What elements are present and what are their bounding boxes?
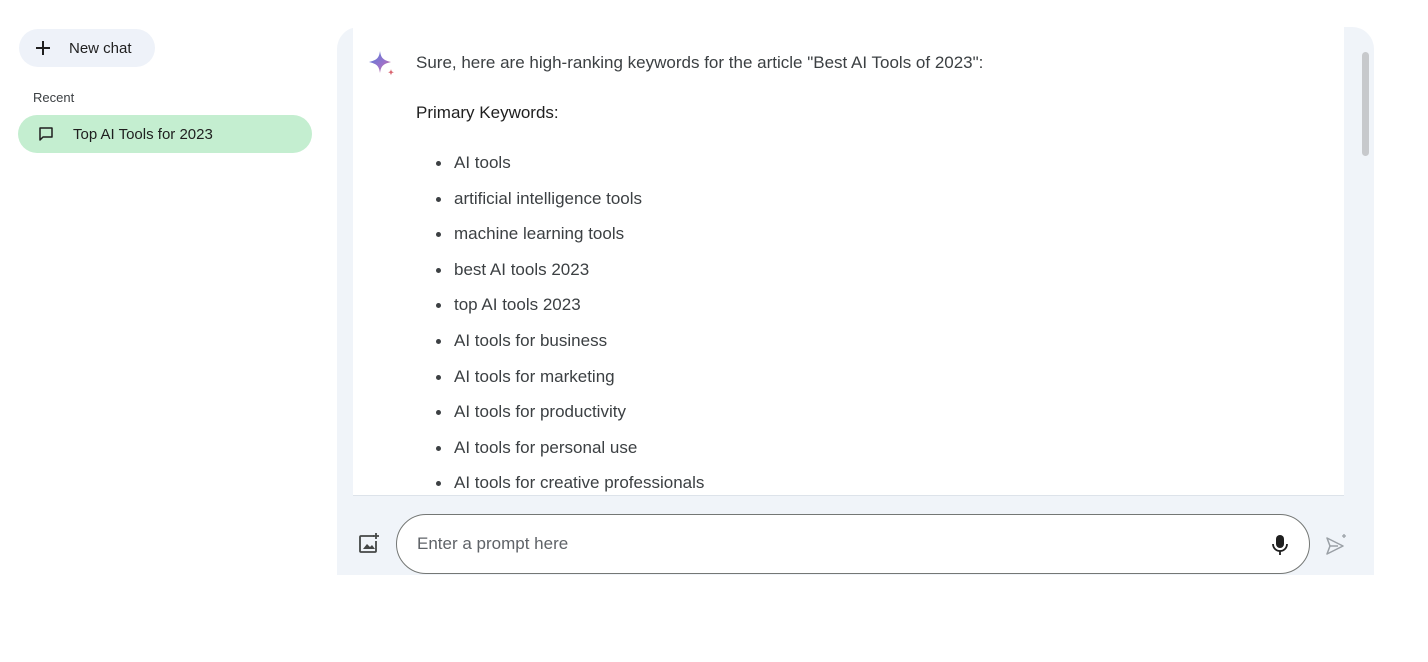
response-intro: Sure, here are high-ranking keywords for… (416, 53, 984, 72)
new-chat-button[interactable]: New chat (19, 29, 155, 67)
list-item: artificial intelligence tools (416, 181, 704, 217)
recent-chat-label: Top AI Tools for 2023 (73, 125, 213, 143)
chat-bubble-icon (34, 122, 58, 146)
list-item: AI tools for creative professionals (416, 465, 704, 495)
recent-chat-item[interactable]: Top AI Tools for 2023 (18, 115, 312, 153)
list-item: AI tools for productivity (416, 394, 704, 430)
new-chat-label: New chat (69, 39, 132, 57)
section-heading: Primary Keywords: (416, 103, 559, 122)
scrollbar[interactable] (1362, 52, 1369, 156)
list-item: AI tools for business (416, 323, 704, 359)
prompt-input[interactable] (417, 534, 1257, 554)
prompt-box (396, 514, 1310, 574)
list-item: AI tools for marketing (416, 359, 704, 395)
plus-icon (36, 41, 50, 55)
recent-heading: Recent (33, 90, 75, 105)
response-container: Sure, here are high-ranking keywords for… (353, 27, 1344, 496)
microphone-icon[interactable] (1269, 533, 1291, 557)
list-item: best AI tools 2023 (416, 252, 704, 288)
chat-panel: Sure, here are high-ranking keywords for… (337, 27, 1374, 575)
list-item: AI tools (416, 145, 704, 181)
sparkle-icon (369, 51, 394, 76)
list-item: machine learning tools (416, 216, 704, 252)
add-image-icon[interactable] (358, 532, 380, 554)
keyword-list: AI tools artificial intelligence tools m… (416, 145, 704, 495)
send-icon[interactable] (1324, 533, 1348, 557)
list-item: AI tools for personal use (416, 430, 704, 466)
list-item: top AI tools 2023 (416, 287, 704, 323)
